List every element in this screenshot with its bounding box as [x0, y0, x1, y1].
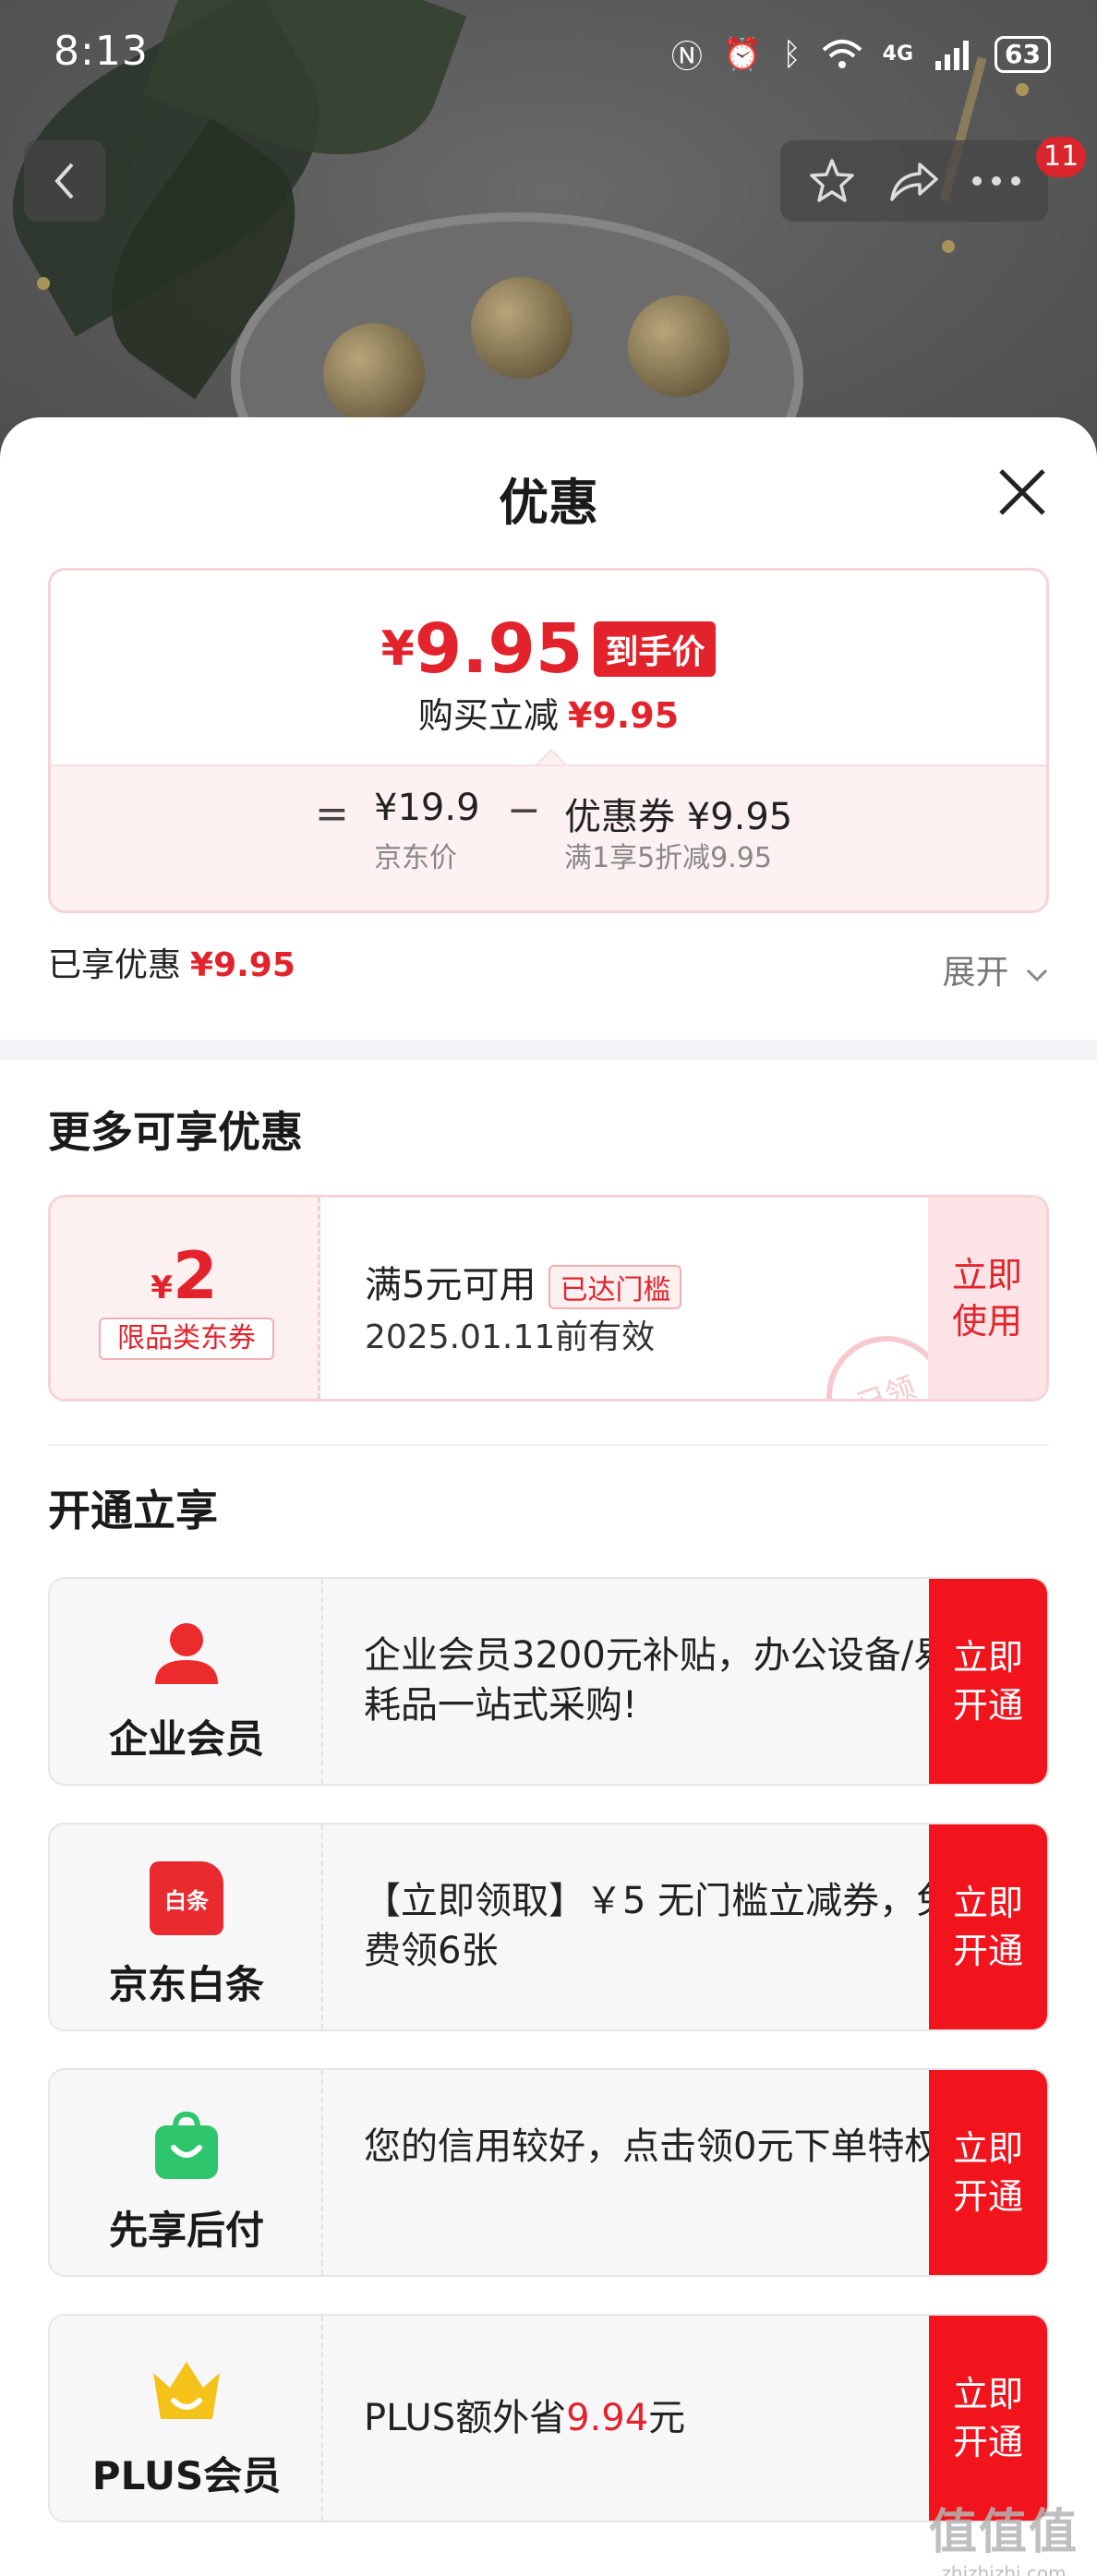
confetti: [37, 277, 50, 290]
chevron-down-icon: [1026, 969, 1048, 982]
watermark-logo: 值值值: [928, 2505, 1079, 2560]
reduction-label: 购买立减: [417, 695, 559, 736]
service-name: PLUS会员: [91, 2453, 282, 2498]
share-icon: [890, 163, 938, 201]
sheet-title: 优惠: [499, 474, 598, 532]
currency-symbol: ¥: [380, 621, 415, 677]
battery-indicator: 63: [995, 35, 1051, 73]
share-button[interactable]: [882, 149, 946, 213]
enjoyed-label: 已享优惠: [48, 946, 182, 984]
service-name: 企业会员: [108, 1716, 264, 1762]
header-actions: [780, 140, 1048, 222]
signal-icon: [935, 40, 970, 70]
service-row-plus: PLUS会员 PLUS额外省9.94元 立即 开通: [48, 2314, 1049, 2522]
activate-button[interactable]: 立即 开通: [929, 2316, 1047, 2521]
favorite-button[interactable]: [800, 149, 864, 213]
cart-badge: 11: [1036, 137, 1087, 177]
status-time: 8:13: [54, 28, 149, 75]
coupon-amount-value: 2: [172, 1238, 218, 1314]
threshold-tag: 已达门槛: [548, 1265, 682, 1309]
service-row-pay-later: 先享后付 您的信用较好，点击领0元下单特权 立即 开通: [48, 2068, 1049, 2277]
coupon-expiry: 2025.01.11前有效: [365, 1318, 656, 1356]
enterprise-member-icon: [155, 1623, 218, 1684]
baitiao-icon: 白条: [150, 1861, 223, 1935]
coupon-value-area: ¥2 限品类东券: [51, 1198, 320, 1399]
use-coupon-button[interactable]: 立即 使用: [928, 1198, 1046, 1399]
more-dots-icon: [971, 176, 1020, 186]
status-icons: Ⓝ ⏰ ᛒ 4G 63: [671, 31, 1051, 77]
final-price-area: ¥9.95 到手价 购买立减 ¥9.95: [51, 571, 1046, 764]
expand-label: 展开: [942, 954, 1009, 992]
enjoyed-amount: ¥9.95: [190, 946, 295, 984]
service-identity: PLUS会员: [50, 2316, 323, 2521]
status-bar: 8:13 Ⓝ ⏰ ᛒ 4G 63: [0, 0, 1097, 107]
crown-icon: [153, 2362, 220, 2419]
discount-sheet: 优惠 ¥9.95 到手价 购买立减 ¥9.95 = ¥19.9 京东价 − 优惠券 …: [0, 417, 1097, 2576]
star-icon: [810, 159, 855, 202]
reduction-amount: ¥9.95: [567, 695, 680, 736]
more-offers-title: 更多可享优惠: [48, 1107, 303, 1157]
network-type: 4G: [882, 42, 914, 66]
jd-price-label: 京东价: [374, 842, 457, 874]
coupon-value: 优惠券 ¥9.95: [564, 796, 793, 838]
minus-sign: −: [507, 787, 541, 834]
confetti: [942, 240, 955, 253]
baitiao-icon-text: 白条: [164, 1887, 209, 1914]
activate-button[interactable]: 立即 开通: [929, 1579, 1047, 1784]
service-description: 企业会员3200元补贴，办公设备/易耗品一站式采购!: [364, 1634, 951, 1727]
service-row-baitiao: 白条 京东白条 【立即领取】￥5 无门槛立减券，免费领6张 立即 开通: [48, 1823, 1049, 2031]
service-identity: 企业会员: [50, 1579, 323, 1784]
coupon-type-tag: 限品类东券: [99, 1318, 274, 1360]
enjoyed-discount: 已享优惠 ¥9.95: [48, 938, 295, 986]
service-identity: 白条 京东白条: [50, 1824, 323, 2029]
plus-desc-prefix: PLUS额外省: [364, 2397, 567, 2439]
instant-reduction: 购买立减 ¥9.95: [51, 687, 1046, 738]
coupon-rule: 满1享5折减9.95: [564, 842, 772, 874]
watermark-url: zhizhizhi.com: [941, 2562, 1067, 2576]
expand-toggle[interactable]: 展开: [943, 945, 1049, 993]
service-row-enterprise: 企业会员 企业会员3200元补贴，办公设备/易耗品一站式采购! 立即 开通: [48, 1577, 1049, 1786]
service-description: PLUS额外省9.94元: [364, 2393, 955, 2443]
open-enjoy-title: 开通立享: [48, 1486, 218, 1535]
bluetooth-icon: ᛒ: [782, 35, 802, 73]
jd-price: ¥19.9: [374, 787, 480, 829]
final-price-amount: 9.95: [414, 609, 584, 689]
close-icon: [999, 469, 1045, 515]
coupon-card: ¥2 限品类东券 满5元可用 已达门槛 2025.01.11前有效 已领 立即 使…: [48, 1195, 1049, 1402]
activate-button[interactable]: 立即 开通: [929, 2070, 1047, 2275]
service-description: 【立即领取】￥5 无门槛立减券，免费领6张: [364, 1880, 954, 1972]
section-separator: [0, 1040, 1097, 1060]
back-button[interactable]: [24, 140, 105, 222]
service-name: 先享后付: [108, 2208, 264, 2253]
final-price: ¥9.95 到手价: [51, 609, 1046, 689]
chevron-left-icon: [54, 163, 74, 199]
service-name: 京东白条: [108, 1962, 264, 2007]
equals-sign: =: [315, 790, 349, 837]
more-button[interactable]: [964, 149, 1029, 213]
alarm-icon: ⏰: [722, 35, 763, 73]
shopping-bag-icon: [155, 2111, 218, 2179]
divider: [48, 1444, 1049, 1446]
close-button[interactable]: [994, 463, 1051, 521]
price-breakdown-card: ¥9.95 到手价 购买立减 ¥9.95 = ¥19.9 京东价 − 优惠券 ¥9.…: [48, 568, 1049, 913]
coupon-currency: ¥: [151, 1270, 173, 1306]
final-price-tag: 到手价: [594, 621, 717, 677]
chocolate: [323, 323, 425, 425]
chocolate: [628, 295, 729, 397]
wifi-icon: [822, 39, 862, 68]
plus-desc-suffix: 元: [648, 2397, 686, 2439]
service-description: 您的信用较好，点击领0元下单特权: [364, 2125, 942, 2168]
activate-button[interactable]: 立即 开通: [929, 1824, 1047, 2029]
price-formula: = ¥19.9 京东价 − 优惠券 ¥9.95 满1享5折减9.95: [51, 764, 1046, 910]
watermark: 值值值 zhizhizhi.com: [929, 2493, 1079, 2576]
coupon-condition: 满5元可用 已达门槛: [365, 1255, 682, 1309]
chocolate: [471, 277, 573, 379]
coupon-amount: ¥2: [51, 1238, 318, 1314]
plus-savings-amount: 9.94: [566, 2397, 649, 2439]
service-identity: 先享后付: [50, 2070, 323, 2275]
coupon-condition-text: 满5元可用: [365, 1264, 536, 1306]
nfc-icon: Ⓝ: [670, 39, 703, 76]
